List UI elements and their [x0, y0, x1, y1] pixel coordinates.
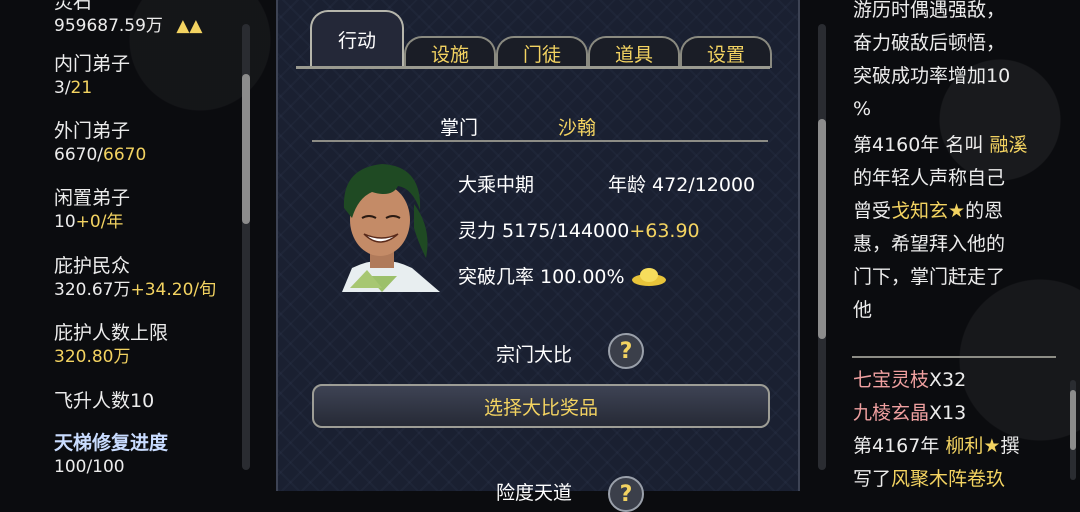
stat-label: 内门弟子: [54, 53, 131, 75]
tab-action[interactable]: 行动: [310, 10, 404, 66]
stat-label: 飞升人数10: [54, 390, 155, 412]
tab-settings[interactable]: 设置: [680, 36, 772, 68]
log-person[interactable]: 戈知玄★: [891, 200, 965, 222]
spirit-rate: +63.90: [629, 220, 700, 242]
log-line: 门下，掌门赶走了: [853, 266, 1006, 288]
right-scroll-thumb[interactable]: [818, 119, 826, 339]
log-qty: X32: [929, 369, 967, 391]
log-text: 第4160年 名叫: [853, 134, 990, 156]
question-icon: ?: [619, 338, 633, 364]
sect-stats-panel: 灵石 959687.59万 ▲▲ 内门弟子 3/21 外门弟子 6670/667…: [0, 0, 240, 491]
log-divider: [852, 356, 1056, 358]
tab-bar: 行动 设施 门徒 道具 设置: [300, 0, 772, 72]
log-line: 突破成功率增加10: [853, 65, 1011, 87]
select-tournament-rewards-button[interactable]: 选择大比奖品: [312, 384, 770, 428]
tab-label: 门徒: [522, 43, 561, 66]
leader-breakthrough: 突破几率 100.00%: [458, 262, 667, 289]
divider: [312, 140, 768, 142]
stat-spirit-stones: 灵石 959687.59万 ▲▲: [54, 0, 203, 37]
tournament-label: 宗门大比: [496, 344, 573, 366]
tab-label: 道具: [614, 43, 653, 66]
log-entry: 第4160年 名叫 融溪: [853, 129, 1063, 162]
stat-idle-disciples: 闲置弟子 10+0/年: [54, 186, 130, 233]
stat-protection-cap: 庇护人数上限 320.80万: [54, 321, 168, 368]
stat-value: 959687.59万: [54, 16, 163, 36]
gold-ingot-icon: [631, 268, 666, 286]
stat-value: 10: [54, 212, 76, 232]
event-log-continued: 七宝灵枝X32 九棱玄晶X13 第4167年 柳利★撰 写了风聚木阵卷玖: [853, 364, 1063, 496]
log-person[interactable]: 柳利★: [945, 435, 1000, 457]
left-scrollbar[interactable]: [242, 24, 250, 470]
help-button-2[interactable]: ?: [608, 476, 644, 512]
log-line: 游历时偶遇强敌，: [853, 0, 1006, 21]
right-scrollbar[interactable]: [818, 24, 826, 470]
stat-value: 6670/: [54, 145, 103, 165]
leader-spirit-power: 灵力 5175/144000+63.90: [458, 216, 700, 243]
leader-title-label: 掌门: [440, 117, 479, 139]
log-item[interactable]: 风聚木阵卷玖: [891, 468, 1005, 490]
log-person[interactable]: 融溪: [989, 134, 1027, 156]
log-line: 惠，希望拜入他的: [853, 233, 1006, 255]
leader-portrait[interactable]: [322, 158, 442, 292]
tab-items[interactable]: 道具: [588, 36, 680, 68]
log-line: 写了风聚木阵卷玖: [853, 463, 1063, 496]
stat-value: 3/: [54, 78, 71, 98]
log-text: 的恩: [965, 200, 1004, 222]
stat-inner-disciples: 内门弟子 3/21: [54, 52, 130, 99]
log-text: 写了: [853, 468, 892, 490]
stat-rate: +34.20/旬: [130, 280, 217, 300]
next-section-label: 险度天道: [496, 482, 573, 504]
stat-outer-disciples: 外门弟子 6670/6670: [54, 119, 146, 166]
button-label: 选择大比奖品: [483, 396, 598, 419]
log-item[interactable]: 七宝灵枝: [853, 369, 929, 391]
log-text: 曾受: [853, 200, 892, 222]
log-line: %: [853, 98, 872, 120]
left-scroll-thumb[interactable]: [242, 74, 250, 224]
tab-divider: [296, 66, 770, 69]
right-edge-scrollbar[interactable]: [1070, 380, 1076, 480]
tab-label: 设施: [430, 43, 469, 66]
right-edge-thumb[interactable]: [1070, 390, 1076, 450]
log-line: 他: [853, 299, 873, 321]
log-line: 奋力破敌后顿悟，: [853, 32, 1006, 54]
help-button[interactable]: ?: [608, 333, 644, 369]
stat-rate: +0/年: [75, 212, 124, 232]
log-item-line: 七宝灵枝X32: [853, 364, 1063, 397]
log-text: 撰: [1000, 435, 1020, 457]
spirit-value: 灵力 5175/144000: [458, 220, 630, 242]
log-item-line: 九棱玄晶X13: [853, 397, 1063, 430]
log-line: 的年轻人声称自己: [853, 167, 1006, 189]
stat-value: 320.67万: [54, 280, 131, 300]
event-log: 游历时偶遇强敌， 奋力破敌后顿悟， 突破成功率增加10 % 第4160年 名叫 …: [853, 0, 1063, 327]
log-item[interactable]: 九棱玄晶: [853, 402, 929, 424]
increase-arrows-icon: ▲▲: [176, 16, 203, 36]
stat-value-max: 21: [70, 78, 93, 98]
tab-disciples[interactable]: 门徒: [496, 36, 588, 68]
stat-label: 庇护民众: [54, 255, 131, 277]
tab-label: 行动: [337, 29, 376, 52]
stat-value: 320.80万: [54, 347, 131, 367]
stat-protected-people: 庇护民众 320.67万+34.20/旬: [54, 254, 216, 301]
leader-age: 年龄 472/12000: [608, 174, 756, 196]
log-qty: X13: [929, 402, 967, 424]
stat-label: 外门弟子: [54, 120, 131, 142]
stat-link-label[interactable]: 天梯修复进度: [54, 431, 168, 456]
question-icon: ?: [619, 481, 633, 507]
leader-name[interactable]: 沙翰: [558, 113, 596, 140]
stat-label: 闲置弟子: [54, 187, 131, 209]
log-entry: 第4167年 柳利★撰: [853, 430, 1063, 463]
breakthrough-rate: 突破几率 100.00%: [458, 266, 625, 288]
stat-label: 灵石: [54, 0, 93, 13]
stat-ladder-repair[interactable]: 天梯修复进度 100/100: [54, 431, 168, 478]
leader-realm: 大乘中期: [458, 174, 535, 196]
log-text: 第4167年: [853, 435, 946, 457]
stat-value: 100/100: [54, 457, 125, 477]
tab-label: 设置: [706, 43, 745, 66]
stat-label: 庇护人数上限: [54, 322, 169, 344]
tab-facilities[interactable]: 设施: [404, 36, 496, 68]
stat-ascension-count: 飞升人数10: [54, 389, 154, 414]
stat-value-max: 6670: [103, 145, 147, 165]
log-line: 曾受戈知玄★的恩: [853, 195, 1063, 228]
